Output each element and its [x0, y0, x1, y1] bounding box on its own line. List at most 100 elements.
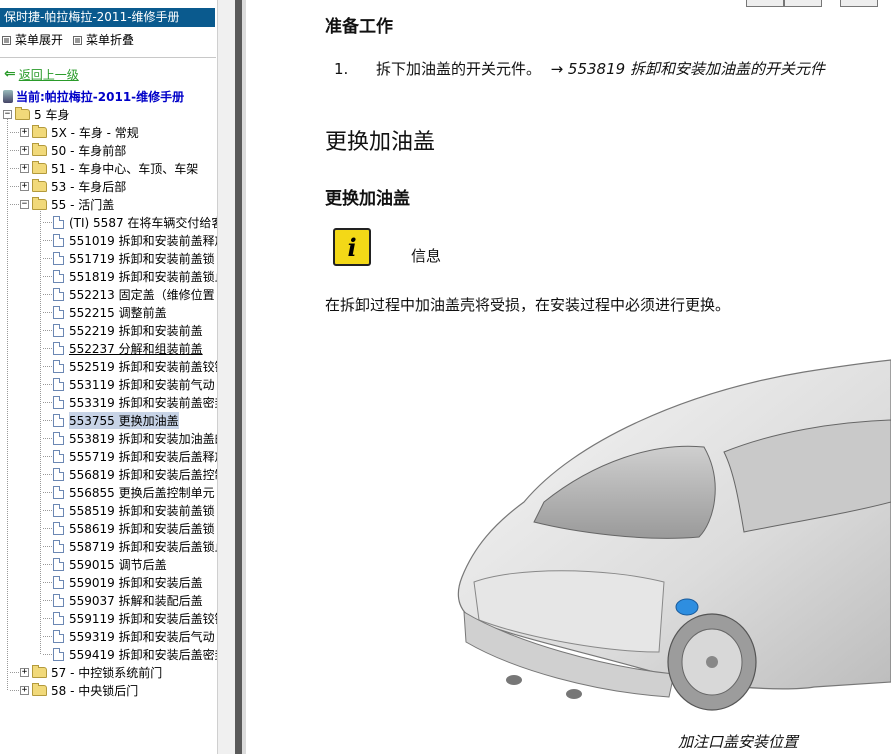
tree-node-folder[interactable]: +51 - 车身中心、车顶、车架: [20, 159, 198, 177]
figure-caption: 加注口盖安装位置: [678, 733, 799, 751]
splitter-handle[interactable]: [235, 0, 242, 754]
tree-node-label: 558519 拆卸和安装前盖锁: [69, 503, 215, 518]
collapse-all-label: 菜单折叠: [86, 33, 135, 47]
back-link[interactable]: ⇐ 返回上一级: [4, 66, 79, 82]
tree-node-label: 5X - 车身 - 常规: [51, 125, 139, 140]
tree-leaf-document[interactable]: 551719 拆卸和安装前盖锁: [53, 249, 215, 267]
tree-node-label: 55 - 活门盖: [51, 197, 115, 212]
tree-leaf-document[interactable]: 552519 拆卸和安装前盖铰链: [53, 357, 217, 375]
document-icon: [53, 431, 64, 445]
minus-expander-icon[interactable]: −: [20, 199, 29, 209]
tree-node-label: 559015 调节后盖: [69, 557, 167, 572]
tree-node-label: 551719 拆卸和安装前盖锁: [69, 251, 215, 266]
tree-line: [43, 474, 52, 475]
document-icon: [53, 359, 64, 373]
document-icon: [53, 287, 64, 301]
tree-node-folder[interactable]: +57 - 中控锁系统前门: [20, 663, 162, 681]
tree-leaf-document[interactable]: 553119 拆卸和安装前气动: [53, 375, 215, 393]
tree-leaf-document[interactable]: 553319 拆卸和安装前盖密封: [53, 393, 217, 411]
tree-node-label: 556855 更换后盖控制单元: [69, 485, 215, 500]
tree-line: [43, 312, 52, 313]
tree-leaf-document[interactable]: 558619 拆卸和安装后盖锁: [53, 519, 215, 537]
plus-expander-icon[interactable]: +: [20, 145, 29, 155]
tree-line: [43, 564, 52, 565]
tree-node-label: 552237 分解和组装前盖: [69, 341, 203, 356]
tree-node-label: (TI) 5587 在将车辆交付给客户前: [69, 215, 217, 230]
document-icon: [53, 233, 64, 247]
tree-leaf-document[interactable]: (TI) 5587 在将车辆交付给客户前: [53, 213, 217, 231]
document-icon: [53, 557, 64, 571]
tree-node-root[interactable]: − 5 车身: [3, 105, 69, 123]
folder-icon: [32, 124, 47, 138]
navigation-panel: 保时捷-帕拉梅拉-2011-维修手册 菜单展开 菜单折叠 ⇐ 返回上一级 当前:…: [0, 0, 217, 754]
info-glyph: i: [347, 232, 357, 262]
step-text: 拆下加油盖的开关元件。: [376, 60, 542, 78]
tree-leaf-document[interactable]: 551019 拆卸和安装前盖释放: [53, 231, 217, 249]
tree-line: [43, 330, 52, 331]
tree-node-label: 551019 拆卸和安装前盖释放: [69, 233, 217, 248]
panel-scrollbar[interactable]: [217, 0, 236, 754]
tree-node-label: 553119 拆卸和安装前气动: [69, 377, 215, 392]
tree-leaf-document[interactable]: 552215 调整前盖: [53, 303, 167, 321]
tree-node-label: 558719 拆卸和安装后盖锁止: [69, 539, 217, 554]
toolbar-button[interactable]: [840, 0, 878, 7]
tree-node-folder[interactable]: +58 - 中央锁后门: [20, 681, 138, 699]
manual-content: 准备工作 1. 拆下加油盖的开关元件。 → 553819 拆卸和安装加油盖的开关元…: [246, 0, 891, 754]
tree-leaf-document[interactable]: 558519 拆卸和安装前盖锁: [53, 501, 215, 519]
tree-node-folder[interactable]: +50 - 车身前部: [20, 141, 126, 159]
tree-leaf-document[interactable]: 556855 更换后盖控制单元: [53, 483, 215, 501]
tree-node-label: 552219 拆卸和安装前盖: [69, 323, 203, 338]
tree-node-open-folder[interactable]: − 55 - 活门盖: [20, 195, 114, 213]
tree-line: [10, 672, 19, 673]
tree-leaf-document[interactable]: 551819 拆卸和安装前盖锁止: [53, 267, 217, 285]
plus-expander-icon[interactable]: +: [20, 181, 29, 191]
tree-line: [10, 168, 19, 169]
tree-leaf-document[interactable]: 559015 调节后盖: [53, 555, 167, 573]
plus-expander-icon[interactable]: +: [20, 163, 29, 173]
tree-leaf-document[interactable]: 559419 拆卸和安装后盖密封: [53, 645, 217, 663]
section-title: 更换加油盖: [325, 189, 410, 209]
collapse-icon: [73, 35, 83, 45]
document-icon: [53, 305, 64, 319]
expand-icon: [2, 35, 11, 45]
plus-expander-icon[interactable]: +: [20, 127, 29, 137]
document-icon: [53, 449, 64, 463]
toolbar-button[interactable]: [746, 0, 784, 7]
tree-leaf-document[interactable]: 559119 拆卸和安装后盖铰链: [53, 609, 217, 627]
toolbar-button[interactable]: [784, 0, 822, 7]
exhaust-left: [506, 675, 522, 685]
tree-leaf-document[interactable]: 558719 拆卸和安装后盖锁止: [53, 537, 217, 555]
folder-icon: [15, 106, 30, 120]
tree-leaf-document[interactable]: 556819 拆卸和安装后盖控制: [53, 465, 217, 483]
tree-leaf-document[interactable]: 559319 拆卸和安装后气动: [53, 627, 215, 645]
tree-line: [43, 636, 52, 637]
minus-expander-icon[interactable]: −: [3, 109, 12, 119]
tree-node-folder[interactable]: +53 - 车身后部: [20, 177, 126, 195]
tree-node-folder[interactable]: +5X - 车身 - 常规: [20, 123, 139, 141]
step-reference-link[interactable]: 553819 拆卸和安装加油盖的开关元件: [568, 60, 825, 78]
tree-leaf-document[interactable]: 555719 拆卸和安装后盖释放: [53, 447, 217, 465]
tree-leaf-document[interactable]: 553755 更换加油盖: [53, 411, 179, 429]
tree-node-label: 558619 拆卸和安装后盖锁: [69, 521, 215, 536]
tree-line: [43, 240, 52, 241]
collapse-all-button[interactable]: 菜单折叠: [73, 32, 134, 48]
tree-node-label: 551819 拆卸和安装前盖锁止: [69, 269, 217, 284]
tree-node-label: 58 - 中央锁后门: [51, 683, 139, 698]
tree-line: [10, 132, 19, 133]
car-illustration: [457, 359, 891, 711]
plus-expander-icon[interactable]: +: [20, 685, 29, 695]
tree-leaf-document[interactable]: 559037 拆解和装配后盖: [53, 591, 203, 609]
tree-leaf-document[interactable]: 552237 分解和组装前盖: [53, 339, 203, 357]
expand-all-button[interactable]: 菜单展开: [2, 32, 63, 48]
tree-leaf-document[interactable]: 552213 固定盖（维修位置: [53, 285, 215, 303]
document-icon: [53, 269, 64, 283]
step-number: 1.: [334, 60, 349, 78]
plus-expander-icon[interactable]: +: [20, 667, 29, 677]
tree-leaf-document[interactable]: 553819 拆卸和安装加油盖的: [53, 429, 217, 447]
expand-all-label: 菜单展开: [15, 33, 64, 47]
tree-leaf-document[interactable]: 559019 拆卸和安装后盖: [53, 573, 203, 591]
tree-node-label: 53 - 车身后部: [51, 179, 127, 194]
tree-line: [10, 690, 19, 691]
tree-line: [43, 366, 52, 367]
tree-leaf-document[interactable]: 552219 拆卸和安装前盖: [53, 321, 203, 339]
